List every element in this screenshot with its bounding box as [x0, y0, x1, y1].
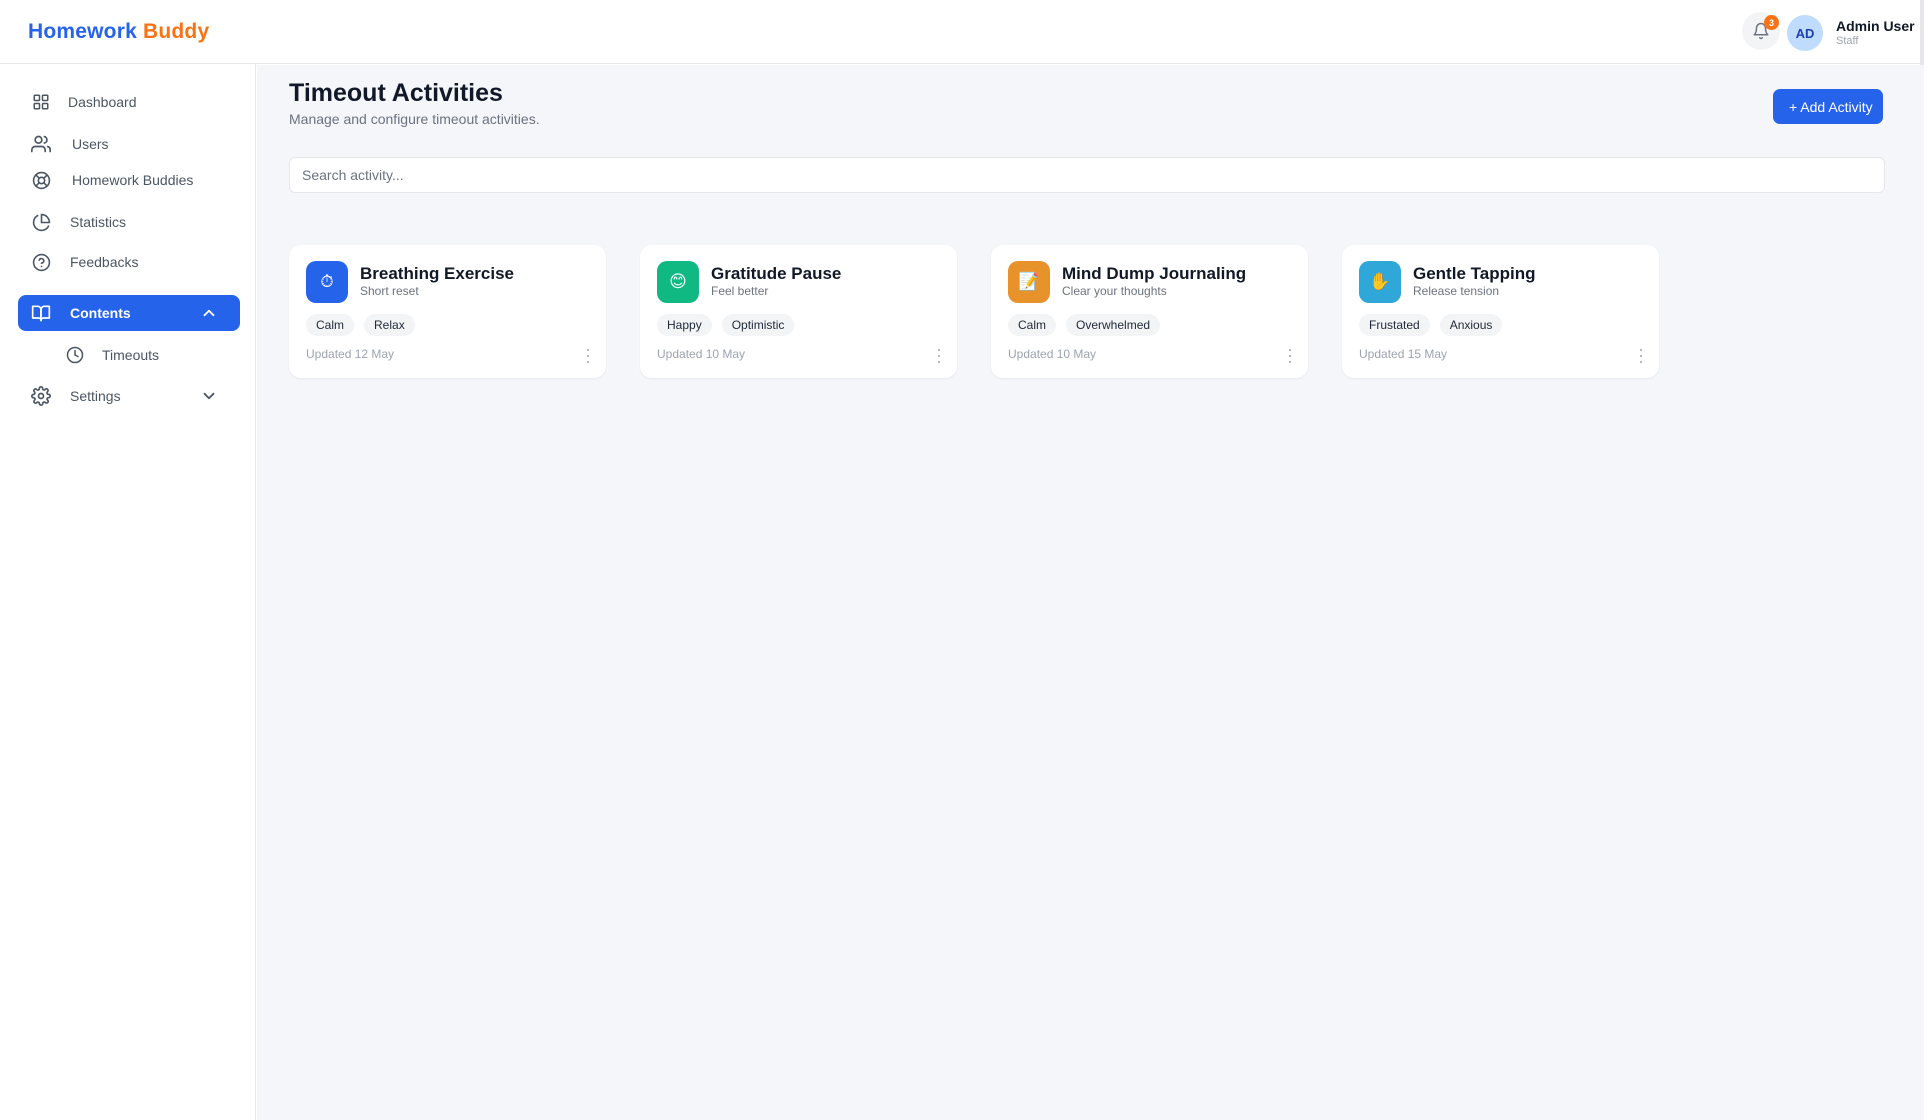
sidebar-item-label: Dashboard [68, 94, 137, 110]
app-root: Homework Buddy 3 AD Admin User Staff Das… [0, 0, 1928, 1120]
search-input[interactable] [289, 157, 1885, 193]
user-role: Staff [1836, 35, 1859, 47]
hand-icon: ✋ [1359, 261, 1401, 303]
smile-icon: 😊 [657, 261, 699, 303]
grid-icon [30, 91, 52, 113]
page-subtitle: Manage and configure timeout activities. [289, 111, 540, 127]
main-content: Timeout Activities Manage and configure … [257, 65, 1924, 1120]
brand-name-part1: Homework [28, 20, 137, 43]
sidebar-item-homework-buddies[interactable]: Homework Buddies [18, 162, 240, 198]
brand-name-part2: Buddy [143, 20, 210, 43]
tag: Calm [1008, 314, 1057, 336]
activity-card[interactable]: ⏱ Breathing Exercise Short reset Calm Re… [289, 245, 606, 378]
stopwatch-icon: ⏱ [306, 261, 348, 303]
more-vertical-icon[interactable] [936, 349, 942, 363]
tag: Optimistic [721, 314, 795, 336]
brand-logo[interactable]: Homework Buddy [28, 20, 209, 44]
top-bar: Homework Buddy 3 AD Admin User Staff [0, 0, 1924, 1120]
activity-card[interactable]: ✋ Gentle Tapping Release tension Frustat… [1342, 245, 1659, 378]
notification-badge: 3 [1764, 15, 1779, 30]
tag: Anxious [1439, 314, 1503, 336]
sidebar-item-label: Feedbacks [70, 254, 139, 270]
card-updated: Updated 12 May [306, 347, 395, 361]
users-icon [30, 133, 52, 155]
more-vertical-icon[interactable] [1287, 349, 1293, 363]
activity-card[interactable]: 📝 Mind Dump Journaling Clear your though… [991, 245, 1308, 378]
card-title: Gentle Tapping [1413, 264, 1536, 283]
tag-list: Calm Overwhelmed [1008, 314, 1161, 336]
tag: Happy [657, 314, 712, 336]
more-vertical-icon[interactable] [585, 349, 591, 363]
tag-list: Frustated Anxious [1359, 314, 1503, 336]
card-title: Gratitude Pause [711, 264, 842, 283]
sidebar-item-label: Timeouts [102, 347, 160, 363]
memo-icon: 📝 [1008, 261, 1050, 303]
clock-icon [66, 346, 84, 364]
sidebar-item-label: Statistics [70, 214, 127, 230]
tag-list: Calm Relax [306, 314, 415, 336]
sidebar-subitem-timeouts[interactable]: Timeouts [66, 340, 226, 370]
pie-chart-icon [30, 211, 52, 233]
page-title: Timeout Activities [289, 79, 503, 107]
book-open-icon [30, 302, 52, 324]
sidebar-item-settings[interactable]: Settings [18, 378, 240, 414]
card-title: Breathing Exercise [360, 264, 515, 283]
sidebar-item-label: Contents [70, 305, 131, 321]
lifebuoy-icon [30, 169, 52, 191]
card-subtitle: Clear your thoughts [1062, 284, 1167, 298]
sidebar-item-statistics[interactable]: Statistics [18, 204, 240, 240]
card-updated: Updated 15 May [1359, 347, 1448, 361]
gear-icon [30, 385, 52, 407]
add-activity-button[interactable]: + Add Activity [1773, 89, 1883, 124]
sidebar: Dashboard Users Homework Buddies Statist… [0, 64, 256, 1120]
tag: Calm [306, 314, 355, 336]
card-updated: Updated 10 May [1008, 347, 1097, 361]
card-updated: Updated 10 May [657, 347, 746, 361]
avatar[interactable]: AD [1787, 15, 1823, 51]
tag-list: Happy Optimistic [657, 314, 795, 336]
sidebar-item-dashboard[interactable]: Dashboard [18, 84, 240, 120]
sidebar-item-label: Settings [70, 388, 121, 404]
sidebar-item-contents[interactable]: Contents [18, 295, 240, 331]
tag: Overwhelmed [1066, 314, 1161, 336]
sidebar-item-label: Users [72, 136, 109, 152]
card-subtitle: Short reset [360, 284, 419, 298]
sidebar-item-label: Homework Buddies [72, 172, 194, 188]
card-title: Mind Dump Journaling [1062, 264, 1247, 283]
sidebar-item-users[interactable]: Users [18, 126, 240, 162]
notifications-button[interactable]: 3 [1742, 12, 1780, 50]
activity-card[interactable]: 😊 Gratitude Pause Feel better Happy Opti… [640, 245, 957, 378]
chevron-up-icon[interactable] [200, 304, 218, 322]
sidebar-item-feedbacks[interactable]: Feedbacks [18, 244, 240, 280]
card-subtitle: Feel better [711, 284, 769, 298]
help-circle-icon [30, 251, 52, 273]
user-name[interactable]: Admin User [1836, 18, 1915, 34]
chevron-down-icon[interactable] [200, 387, 218, 405]
tag: Frustated [1359, 314, 1430, 336]
tag: Relax [364, 314, 415, 336]
more-vertical-icon[interactable] [1638, 349, 1644, 363]
card-subtitle: Release tension [1413, 284, 1500, 298]
